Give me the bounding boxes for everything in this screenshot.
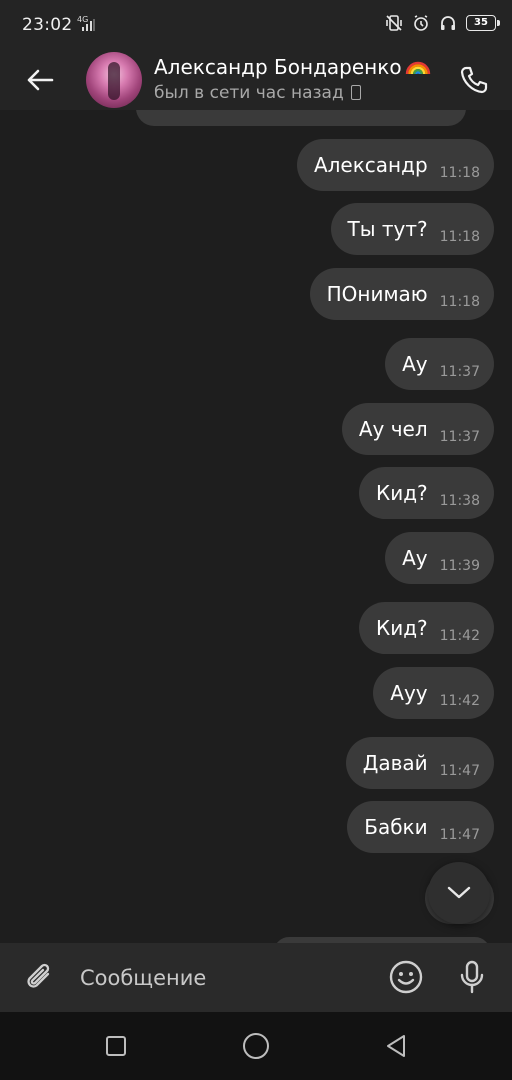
- status-bar: 23:02 4G 35: [0, 0, 512, 52]
- message-time: 11:18: [439, 229, 480, 245]
- signal-icon: [82, 19, 95, 31]
- message-time: 11:42: [439, 693, 480, 709]
- message-bubble[interactable]: Ау чел 11:37: [341, 403, 494, 455]
- contact-status: был в сети час назад: [154, 83, 361, 103]
- message-time: 11:39: [439, 558, 480, 574]
- contact-name-text: Александр Бондаренко: [154, 55, 402, 79]
- home-button[interactable]: [236, 1026, 276, 1066]
- scroll-to-bottom-button[interactable]: [428, 862, 490, 924]
- message-text: Бабки: [364, 815, 428, 839]
- paperclip-icon: [27, 963, 50, 988]
- alarm-icon: [414, 15, 428, 31]
- circle-home-icon: [243, 1033, 269, 1059]
- microphone-icon: [460, 960, 484, 994]
- triangle-back-icon: [387, 1035, 405, 1057]
- chat-header: Александр Бондаренко был в сети час наза…: [0, 52, 512, 110]
- status-icons: 35: [385, 14, 500, 32]
- message-bubble[interactable]: Ты тут? 11:18: [330, 203, 494, 255]
- message-time: 11:18: [439, 165, 480, 181]
- status-time: 23:02: [22, 15, 73, 35]
- message-time: 11:47: [439, 763, 480, 779]
- back-button[interactable]: [18, 60, 62, 100]
- message-text: Александр: [313, 153, 428, 177]
- headphones-icon: [441, 16, 455, 30]
- avatar[interactable]: [86, 52, 142, 108]
- attach-button[interactable]: [20, 957, 60, 997]
- previous-message-bubble: [136, 110, 466, 126]
- message-time: 11:37: [439, 364, 480, 380]
- message-text: Ауу: [390, 681, 428, 705]
- mobile-device-icon: [350, 85, 361, 100]
- emoji-button[interactable]: [386, 957, 426, 997]
- message-bubble[interactable]: Кид? 11:38: [359, 467, 494, 519]
- call-button[interactable]: [454, 60, 494, 100]
- chevron-down-icon: [447, 886, 471, 899]
- voice-record-button[interactable]: [452, 957, 492, 997]
- message-bubble[interactable]: Бабки 11:47: [347, 801, 494, 853]
- message-bubble[interactable]: Александр 11:18: [296, 139, 494, 191]
- recents-button[interactable]: [96, 1026, 136, 1066]
- message-text: Ау: [402, 546, 428, 570]
- message-bubble[interactable]: Кид? 11:42: [359, 602, 494, 654]
- message-bubble[interactable]: ПОнимаю 11:18: [309, 268, 494, 320]
- message-time: 11:47: [439, 827, 480, 843]
- message-time: 11:38: [439, 493, 480, 509]
- message-text: ПОнимаю: [326, 282, 428, 306]
- composer-bar: [0, 943, 512, 1012]
- system-navigation-bar: [0, 1012, 512, 1080]
- back-arrow-icon: [27, 69, 54, 91]
- message-text: Давай: [362, 751, 428, 775]
- message-time: 11:37: [439, 429, 480, 445]
- message-input[interactable]: [80, 959, 370, 997]
- message-time: 11:18: [439, 294, 480, 310]
- last-seen-text: был в сети час назад: [154, 83, 344, 103]
- message-bubble[interactable]: Ау 11:39: [385, 532, 494, 584]
- battery-icon: 35: [466, 15, 500, 31]
- emoji-smiley-icon: [389, 960, 423, 994]
- message-text: Кид?: [376, 616, 428, 640]
- message-bubble[interactable]: Давай 11:47: [345, 737, 494, 789]
- message-text: Кид?: [376, 481, 428, 505]
- message-bubble[interactable]: Ауу 11:42: [373, 667, 494, 719]
- message-bubble[interactable]: Ау 11:37: [385, 338, 494, 390]
- square-recents-icon: [106, 1036, 126, 1056]
- message-text: Ау: [402, 352, 428, 376]
- avatar-figure: [108, 62, 120, 100]
- message-time: 11:42: [439, 628, 480, 644]
- system-back-button[interactable]: [376, 1026, 416, 1066]
- contact-name[interactable]: Александр Бондаренко: [154, 55, 431, 79]
- rainbow-emoji-icon: [405, 61, 430, 75]
- message-text: Ты тут?: [347, 217, 428, 241]
- vibrate-icon: [386, 15, 402, 31]
- phone-call-icon: [460, 66, 488, 94]
- message-list[interactable]: Александр 11:18 Ты тут? 11:18 ПОнимаю 11…: [0, 110, 512, 943]
- message-text: Ау чел: [358, 417, 428, 441]
